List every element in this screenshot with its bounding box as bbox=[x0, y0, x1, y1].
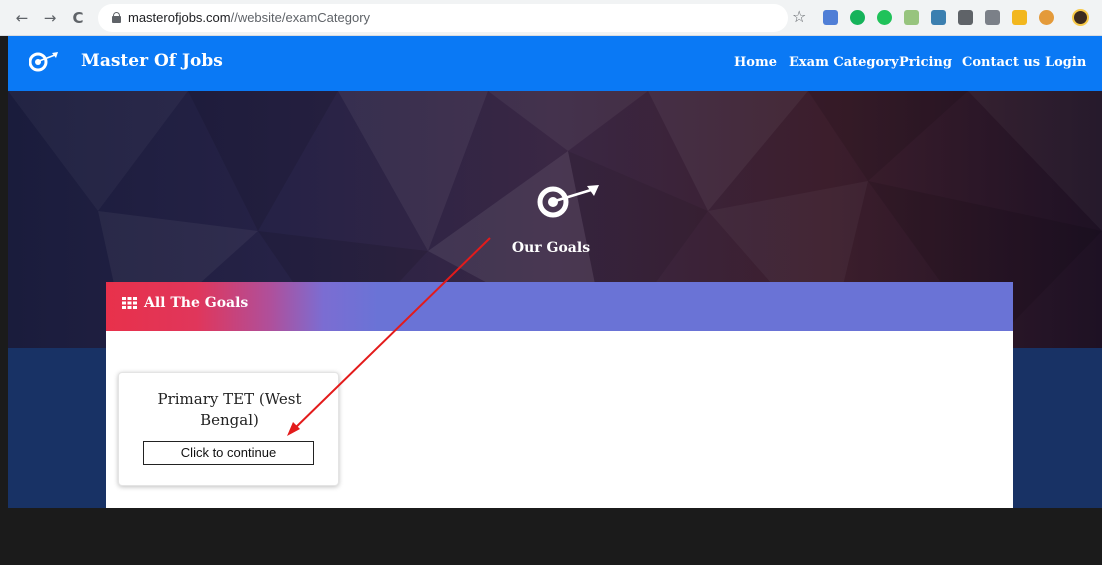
goals-panel-title: All The Goals bbox=[144, 295, 249, 311]
image-extension-icon[interactable] bbox=[931, 10, 946, 25]
badge-extension-icon[interactable] bbox=[1012, 10, 1027, 25]
forward-icon[interactable]: → bbox=[40, 8, 60, 28]
back-icon[interactable]: ← bbox=[12, 8, 32, 28]
edit-extension-icon[interactable] bbox=[904, 10, 919, 25]
goal-title: Primary TET (West Bengal) bbox=[157, 390, 302, 429]
screenshot-extension-icon[interactable] bbox=[985, 10, 1000, 25]
cookie-extension-icon[interactable] bbox=[1039, 10, 1054, 25]
site-header: Master Of Jobs Home Exam Category Pricin… bbox=[8, 36, 1102, 91]
grid-icon bbox=[122, 297, 137, 309]
grammarly-extension-icon[interactable] bbox=[850, 10, 865, 25]
hero-title: Our Goals bbox=[511, 240, 591, 256]
bookmark-star-icon[interactable]: ☆ bbox=[792, 8, 806, 26]
camera-extension-icon[interactable] bbox=[958, 10, 973, 25]
footer bbox=[8, 508, 1102, 565]
browser-toolbar: ← → C masterofjobs.com//website/examCate… bbox=[0, 0, 1102, 36]
translate-extension-icon[interactable] bbox=[823, 10, 838, 25]
url-text[interactable]: masterofjobs.com//website/examCategory bbox=[128, 10, 370, 25]
nav-login[interactable]: Login bbox=[1045, 55, 1086, 70]
nav-exam-category[interactable]: Exam Category bbox=[789, 55, 899, 70]
continue-button[interactable]: Click to continue bbox=[143, 441, 314, 465]
profile-avatar-icon[interactable] bbox=[1072, 9, 1089, 26]
goals-panel-header: All The Goals bbox=[106, 282, 1013, 331]
target-goal-icon bbox=[537, 185, 599, 218]
lock-icon bbox=[112, 12, 121, 23]
nav-home[interactable]: Home bbox=[734, 55, 777, 70]
goal-card[interactable]: Primary TET (West Bengal) Click to conti… bbox=[118, 372, 339, 486]
address-bar[interactable]: masterofjobs.com//website/examCategory bbox=[98, 4, 788, 32]
target-logo-icon bbox=[29, 52, 58, 72]
nav-pricing[interactable]: Pricing bbox=[899, 55, 952, 70]
green-extension-icon[interactable] bbox=[877, 10, 892, 25]
nav-contact-us[interactable]: Contact us bbox=[962, 55, 1040, 70]
reload-icon[interactable]: C bbox=[68, 8, 88, 28]
site-brand[interactable]: Master Of Jobs bbox=[81, 51, 223, 71]
